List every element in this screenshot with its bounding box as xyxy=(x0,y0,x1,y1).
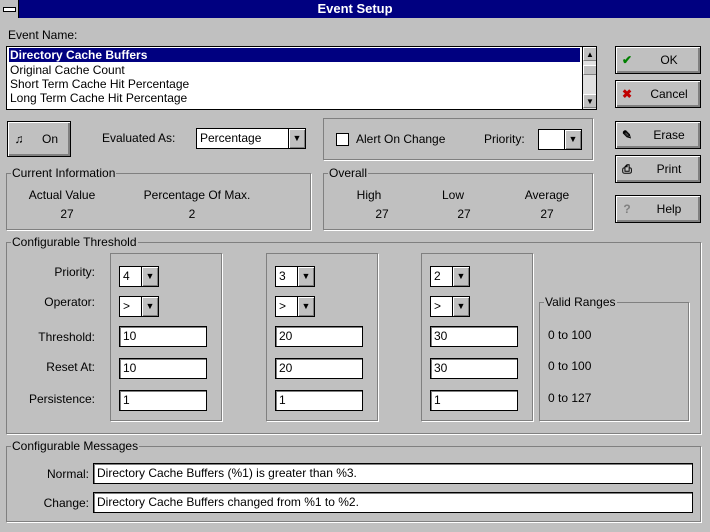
priority-select-2[interactable]: 3 ▼ xyxy=(275,266,315,287)
chevron-down-icon[interactable]: ▼ xyxy=(141,297,158,316)
chevron-down-icon[interactable]: ▼ xyxy=(452,297,469,316)
actual-value: 27 xyxy=(60,207,74,221)
x-icon: ✖ xyxy=(621,87,633,101)
list-item[interactable]: Short Term Cache Hit Percentage xyxy=(9,77,580,91)
valid-ranges-title: Valid Ranges xyxy=(544,295,617,309)
configurable-messages-title: Configurable Messages xyxy=(11,439,140,453)
chevron-down-icon[interactable]: ▼ xyxy=(141,267,158,286)
threshold-column-3: 2 ▼ > ▼ 30 30 1 xyxy=(421,253,533,421)
chevron-down-icon[interactable]: ▼ xyxy=(297,297,314,316)
low-label: Low xyxy=(441,188,464,202)
on-button[interactable]: ♫ On xyxy=(7,121,71,157)
operator-select-2[interactable]: > ▼ xyxy=(275,296,315,317)
evaluated-as-label: Evaluated As: xyxy=(102,131,176,145)
percentage-of-max-label: Percentage Of Max. xyxy=(143,188,251,202)
erase-button[interactable]: ✎ Erase xyxy=(615,121,701,149)
configurable-threshold-title: Configurable Threshold xyxy=(11,235,138,249)
normal-message-input[interactable]: Directory Cache Buffers (%1) is greater … xyxy=(93,463,693,484)
scroll-down-icon[interactable]: ▼ xyxy=(583,94,596,108)
overall-group: Overall High 27 Low 27 Average 27 xyxy=(323,166,593,230)
operator-select-3[interactable]: > ▼ xyxy=(430,296,470,317)
change-message-input[interactable]: Directory Cache Buffers changed from %1 … xyxy=(93,492,693,513)
priority-row-label: Priority: xyxy=(54,265,95,279)
list-scrollbar[interactable]: ▲ ▼ xyxy=(582,47,596,109)
ok-button[interactable]: ✔ OK xyxy=(615,46,701,74)
overall-title: Overall xyxy=(328,166,369,180)
scroll-up-icon[interactable]: ▲ xyxy=(583,47,596,61)
persistence-input-1[interactable]: 1 xyxy=(119,390,207,411)
valid-range-threshold: 0 to 100 xyxy=(548,328,592,342)
configurable-threshold-group: Configurable Threshold Priority: Operato… xyxy=(6,235,701,434)
current-information-group: Current Information Actual Value 27 Perc… xyxy=(6,166,311,230)
eraser-icon: ✎ xyxy=(621,128,633,142)
persistence-input-2[interactable]: 1 xyxy=(275,390,363,411)
chevron-down-icon[interactable]: ▼ xyxy=(288,129,305,148)
reset-at-row-label: Reset At: xyxy=(46,360,95,374)
priority-select-3[interactable]: 2 ▼ xyxy=(430,266,470,287)
list-item[interactable]: Original Cache Count xyxy=(9,63,580,77)
normal-label: Normal: xyxy=(46,467,89,481)
operator-select-1[interactable]: > ▼ xyxy=(119,296,159,317)
threshold-input-1[interactable]: 10 xyxy=(119,326,207,347)
cancel-button[interactable]: ✖ Cancel xyxy=(615,80,701,108)
average-label: Average xyxy=(524,188,570,202)
threshold-input-3[interactable]: 30 xyxy=(430,326,518,347)
reset-at-input-1[interactable]: 10 xyxy=(119,358,207,379)
high-value: 27 xyxy=(375,207,389,221)
valid-range-reset: 0 to 100 xyxy=(548,359,592,373)
alert-group: Alert On Change Priority: ▼ xyxy=(323,118,593,160)
actual-value-label: Actual Value xyxy=(28,188,96,202)
change-label: Change: xyxy=(43,496,89,510)
persistence-row-label: Persistence: xyxy=(28,392,95,406)
low-value: 27 xyxy=(457,207,471,221)
reset-at-input-2[interactable]: 20 xyxy=(275,358,363,379)
priority-label: Priority: xyxy=(484,132,525,146)
threshold-input-2[interactable]: 20 xyxy=(275,326,363,347)
list-item[interactable]: Long Term Cache Hit Percentage xyxy=(9,91,580,105)
printer-icon: ⎙ xyxy=(622,161,632,176)
percentage-of-max-value: 2 xyxy=(188,207,196,221)
title-bar: Event Setup xyxy=(0,0,710,18)
valid-ranges-group: Valid Ranges 0 to 100 0 to 100 0 to 127 xyxy=(539,295,689,421)
print-button[interactable]: ⎙ Print xyxy=(615,155,701,183)
alert-on-change-label: Alert On Change xyxy=(356,132,446,146)
scroll-thumb[interactable] xyxy=(583,65,596,75)
chevron-down-icon[interactable]: ▼ xyxy=(564,130,581,149)
high-label: High xyxy=(356,188,382,202)
current-information-title: Current Information xyxy=(11,166,117,180)
configurable-messages-group: Configurable Messages Normal: Directory … xyxy=(6,439,701,522)
event-name-list[interactable]: Directory Cache Buffers Original Cache C… xyxy=(6,46,597,110)
bell-icon: ♫ xyxy=(14,132,24,146)
system-menu-icon[interactable] xyxy=(0,0,19,18)
reset-at-input-3[interactable]: 30 xyxy=(430,358,518,379)
priority-select-1[interactable]: 4 ▼ xyxy=(119,266,159,287)
event-name-label: Event Name: xyxy=(8,28,78,42)
help-button[interactable]: ? Help xyxy=(615,195,701,223)
question-icon: ? xyxy=(623,202,631,216)
persistence-input-3[interactable]: 1 xyxy=(430,390,518,411)
check-icon: ✔ xyxy=(621,53,633,67)
threshold-column-1: 4 ▼ > ▼ 10 10 1 xyxy=(110,253,222,421)
chevron-down-icon[interactable]: ▼ xyxy=(452,267,469,286)
window-title: Event Setup xyxy=(317,1,393,16)
evaluated-as-select[interactable]: Percentage ▼ xyxy=(196,128,306,149)
threshold-column-2: 3 ▼ > ▼ 20 20 1 xyxy=(266,253,378,421)
list-item[interactable]: Directory Cache Buffers xyxy=(9,48,580,62)
alert-on-change-checkbox[interactable] xyxy=(336,133,349,146)
priority-select[interactable]: ▼ xyxy=(538,129,582,150)
valid-range-persistence: 0 to 127 xyxy=(548,391,592,405)
threshold-row-label: Threshold: xyxy=(38,330,95,344)
chevron-down-icon[interactable]: ▼ xyxy=(297,267,314,286)
average-value: 27 xyxy=(540,207,554,221)
operator-row-label: Operator: xyxy=(44,295,95,309)
